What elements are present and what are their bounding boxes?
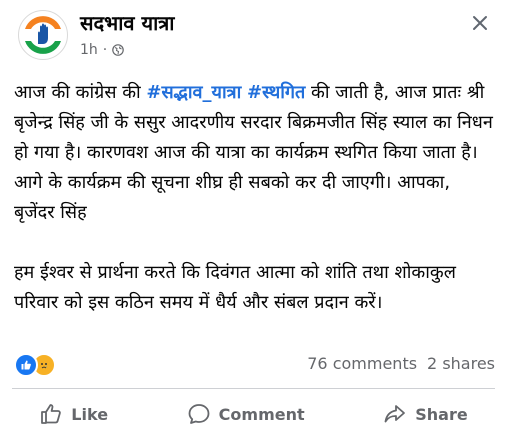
like-label: Like — [71, 404, 109, 424]
comment-bubble-icon — [188, 404, 210, 424]
post-meta: 1h · — [80, 42, 125, 58]
shares-count[interactable]: 2 shares — [427, 354, 495, 373]
like-reaction-icon — [14, 353, 38, 377]
share-button[interactable]: Share — [373, 396, 477, 432]
engagement-counts: 76 comments 2 shares — [307, 354, 495, 373]
comment-button[interactable]: Comment — [177, 396, 315, 432]
page-name[interactable]: सदभाव यात्रा — [80, 9, 174, 36]
post-time[interactable]: 1h — [80, 42, 98, 58]
close-icon — [473, 16, 487, 30]
post-header: सदभाव यात्रा 1h · — [0, 0, 507, 66]
share-arrow-icon — [384, 405, 406, 423]
post-paragraph-2: हम ईश्वर से प्रार्थना करते कि दिवंगत आत्… — [14, 262, 456, 313]
reaction-summary[interactable] — [14, 353, 56, 377]
meta-separator: · — [102, 42, 108, 58]
congress-logo-icon — [20, 12, 66, 58]
share-label: Share — [415, 404, 468, 424]
page-avatar[interactable] — [18, 10, 68, 60]
hashtag-sadbhav-yatra[interactable]: #सद्भाव_यात्रा — [146, 82, 241, 103]
globe-icon — [112, 44, 125, 56]
post-text: आज की कांग्रेस की #सद्भाव_यात्रा #स्थगित… — [14, 78, 496, 318]
actions-divider — [12, 388, 495, 389]
close-button[interactable] — [467, 10, 493, 36]
thumbs-up-icon — [41, 404, 62, 424]
hashtag-sthagit[interactable]: #स्थगित — [247, 82, 305, 103]
post-paragraph-1: आज की कांग्रेस की #सद्भाव_यात्रा #स्थगित… — [14, 82, 493, 223]
reactions-row: 76 comments 2 shares — [0, 350, 507, 380]
post-actions: Like Comment Share — [0, 392, 507, 436]
like-button[interactable]: Like — [29, 396, 118, 432]
comment-label: Comment — [218, 404, 305, 424]
comments-count[interactable]: 76 comments — [307, 354, 417, 373]
